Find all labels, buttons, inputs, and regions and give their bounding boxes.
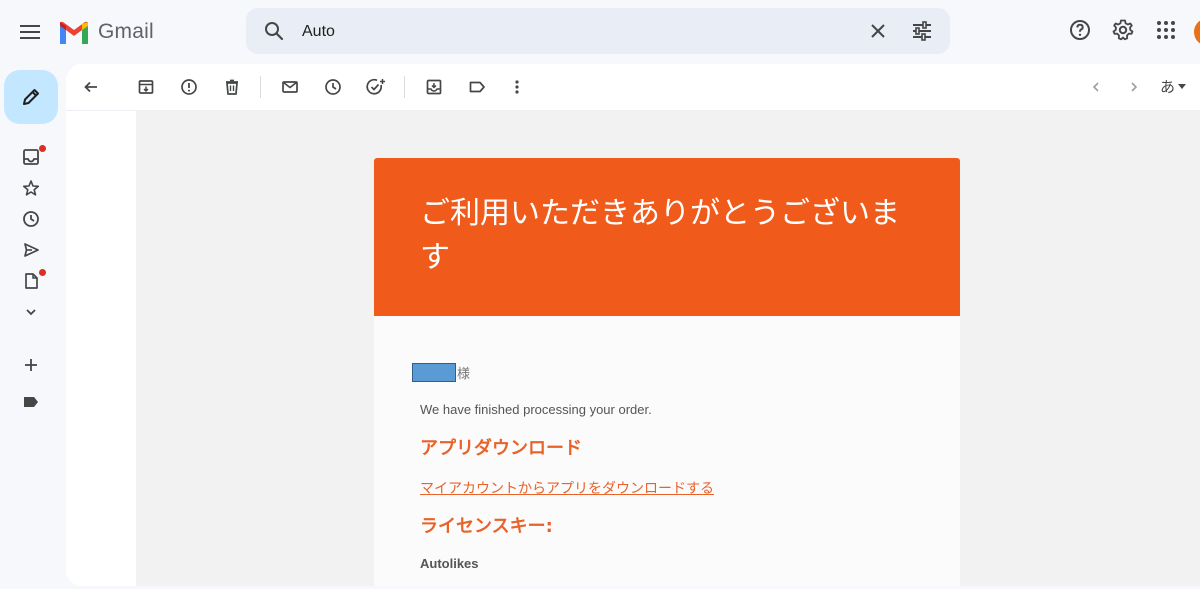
- search-input[interactable]: [300, 19, 844, 45]
- archive-icon[interactable]: [135, 76, 157, 98]
- settings-icon[interactable]: [1111, 18, 1135, 42]
- email-body-area: ご利用いただきありがとうございます 様 We have finished pro…: [136, 110, 1200, 586]
- search-icon[interactable]: [262, 19, 286, 43]
- toolbar-divider: [404, 76, 405, 98]
- redacted-name: [412, 363, 456, 382]
- email-message: We have finished processing your order.: [420, 402, 652, 417]
- inbox-unread-dot: [39, 145, 46, 152]
- drafts-unread-dot: [39, 269, 46, 276]
- caret-down-icon: [1178, 83, 1187, 90]
- email-header-title: ご利用いただきありがとうございます: [420, 196, 900, 275]
- rail-item-more[interactable]: [20, 301, 42, 323]
- email-header-banner: ご利用いただきありがとうございます: [374, 158, 960, 316]
- star-icon: [22, 179, 40, 197]
- input-tools-label: あ: [1160, 79, 1176, 96]
- mark-unread-icon[interactable]: [279, 76, 301, 98]
- back-arrow-icon[interactable]: [80, 76, 102, 98]
- close-icon[interactable]: [866, 19, 890, 43]
- draft-icon: [22, 272, 40, 290]
- send-icon: [22, 241, 40, 259]
- left-rail: [0, 64, 64, 589]
- download-link[interactable]: マイアカウントからアプリをダウンロードする: [420, 478, 714, 498]
- add-task-icon[interactable]: [365, 76, 387, 98]
- pencil-icon: [20, 86, 42, 108]
- apps-icon[interactable]: [1154, 18, 1178, 42]
- rail-item-sent[interactable]: [20, 239, 42, 261]
- label-icon[interactable]: [466, 76, 488, 98]
- help-icon[interactable]: [1068, 18, 1092, 42]
- menu-icon: [20, 24, 40, 40]
- product-name: Autolikes: [420, 556, 479, 571]
- gmail-logo-icon: [58, 20, 90, 44]
- toolbar-divider: [260, 76, 261, 98]
- delete-icon[interactable]: [221, 76, 243, 98]
- snooze-icon[interactable]: [322, 76, 344, 98]
- input-tools-button[interactable]: あ: [1160, 76, 1187, 97]
- compose-button[interactable]: [4, 70, 58, 124]
- rail-item-snoozed[interactable]: [20, 208, 42, 230]
- rail-item-starred[interactable]: [20, 177, 42, 199]
- app-name: Gmail: [98, 20, 154, 43]
- chevron-down-icon: [24, 305, 38, 319]
- label-icon: [22, 395, 40, 409]
- plus-icon: [23, 357, 39, 373]
- report-spam-icon[interactable]: [178, 76, 200, 98]
- rail-item-label[interactable]: [20, 391, 42, 413]
- email-card: ご利用いただきありがとうございます 様 We have finished pro…: [374, 158, 960, 586]
- greeting-suffix: 様: [457, 366, 471, 381]
- license-heading: ライセンスキー:: [420, 516, 553, 537]
- move-to-icon[interactable]: [423, 76, 445, 98]
- more-vert-icon[interactable]: [506, 76, 528, 98]
- inbox-icon: [22, 148, 40, 166]
- download-heading: アプリダウンロード: [420, 438, 582, 459]
- message-panel: あ ご利用いただきありがとうございます 様 We have finished p…: [66, 64, 1200, 586]
- create-label-button[interactable]: [20, 354, 42, 376]
- tune-icon[interactable]: [910, 19, 934, 43]
- clock-icon: [22, 210, 40, 228]
- greeting: 様: [412, 363, 470, 382]
- gmail-logo[interactable]: Gmail: [58, 16, 154, 48]
- message-toolbar: あ: [66, 64, 1200, 111]
- chevron-left-icon[interactable]: [1085, 76, 1107, 98]
- chevron-right-icon[interactable]: [1123, 76, 1145, 98]
- search-bar: [246, 8, 950, 54]
- main-menu-button[interactable]: [12, 14, 48, 50]
- account-avatar[interactable]: [1194, 18, 1200, 46]
- top-bar: Gmail: [0, 0, 1200, 64]
